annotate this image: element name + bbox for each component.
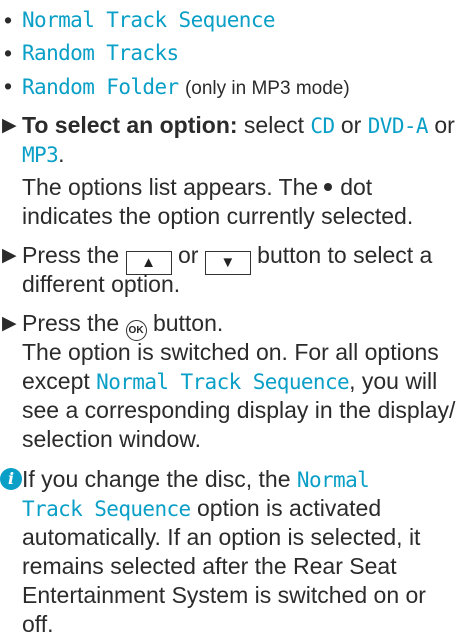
manual-page: • Normal Track Sequence • Random Tracks … (0, 0, 463, 638)
down-arrow-glyph: ▼ (220, 254, 236, 271)
text: button to select a (257, 242, 433, 268)
bullet: • (4, 40, 13, 66)
option-normal: Normal (296, 468, 370, 492)
text: dot (340, 174, 373, 200)
step-result: The options list appears. The dot (22, 173, 372, 202)
text: . (58, 141, 65, 167)
note-text: If you change the disc, the Normal (22, 465, 370, 495)
step-result: see a corresponding display in the displ… (22, 397, 456, 423)
step-marker-icon: ▶ (2, 313, 17, 334)
option-cd: CD (310, 114, 335, 138)
step-result: The option is switched on. For all optio… (22, 339, 439, 365)
bullet: • (4, 73, 13, 99)
text: or (334, 112, 368, 138)
info-icon: i (0, 468, 22, 490)
text: button. (152, 310, 224, 336)
note-text: remains selected after the Rear Seat (22, 553, 397, 579)
text: Press the (22, 242, 120, 268)
step-text: MP3. (22, 140, 65, 170)
text: or (427, 112, 455, 138)
text: or (177, 242, 199, 268)
option-normal-track-sequence: Normal Track Sequence (22, 8, 276, 32)
step-result: selection window. (22, 426, 201, 452)
text: except (22, 368, 90, 394)
text: If you change the disc, the (22, 466, 291, 492)
step-lead: To select an option: (22, 112, 238, 138)
note-text: off. (22, 611, 54, 637)
text: The options list appears. The (22, 174, 319, 200)
up-arrow-glyph: ▲ (141, 254, 156, 271)
note-text: Entertainment System is switched on or (22, 582, 426, 608)
list-item-content: Random Folder (only in MP3 mode) (22, 72, 350, 103)
option-random-folder: Random Folder (22, 75, 179, 99)
step-text: To select an option: select CD or DVD-A … (22, 111, 455, 141)
option-random-tracks: Random Tracks (22, 41, 179, 65)
text: , you will (349, 368, 438, 394)
bullet: • (4, 7, 13, 33)
note-text: automatically. If an option is selected,… (22, 524, 421, 550)
step-text: different option. (22, 271, 181, 297)
text: option is activated (197, 495, 382, 521)
selected-dot-icon (324, 183, 333, 191)
step-result: except Normal Track Sequence, you will (22, 367, 437, 397)
option-track-sequence: Track Sequence (22, 497, 191, 521)
step-text: Press the OK button. (22, 309, 223, 341)
note-text: Track Sequence option is activated (22, 494, 381, 524)
mode-note: (only in MP3 mode) (184, 78, 350, 99)
step-marker-icon: ▶ (2, 115, 17, 136)
text: Press the (22, 310, 120, 336)
option-mp3: MP3 (22, 143, 59, 167)
option-dvd-a: DVD-A (367, 114, 429, 138)
step-marker-icon: ▶ (2, 245, 17, 266)
option-normal-track-sequence: Normal Track Sequence (96, 370, 350, 394)
text: select (237, 112, 311, 138)
info-note: i If you change the disc, the Normal Tra… (0, 465, 463, 637)
down-arrow-button-icon: ▼ (204, 251, 251, 275)
step-result: indicates the option currently selected. (22, 203, 414, 229)
ok-glyph: OK (128, 325, 144, 336)
